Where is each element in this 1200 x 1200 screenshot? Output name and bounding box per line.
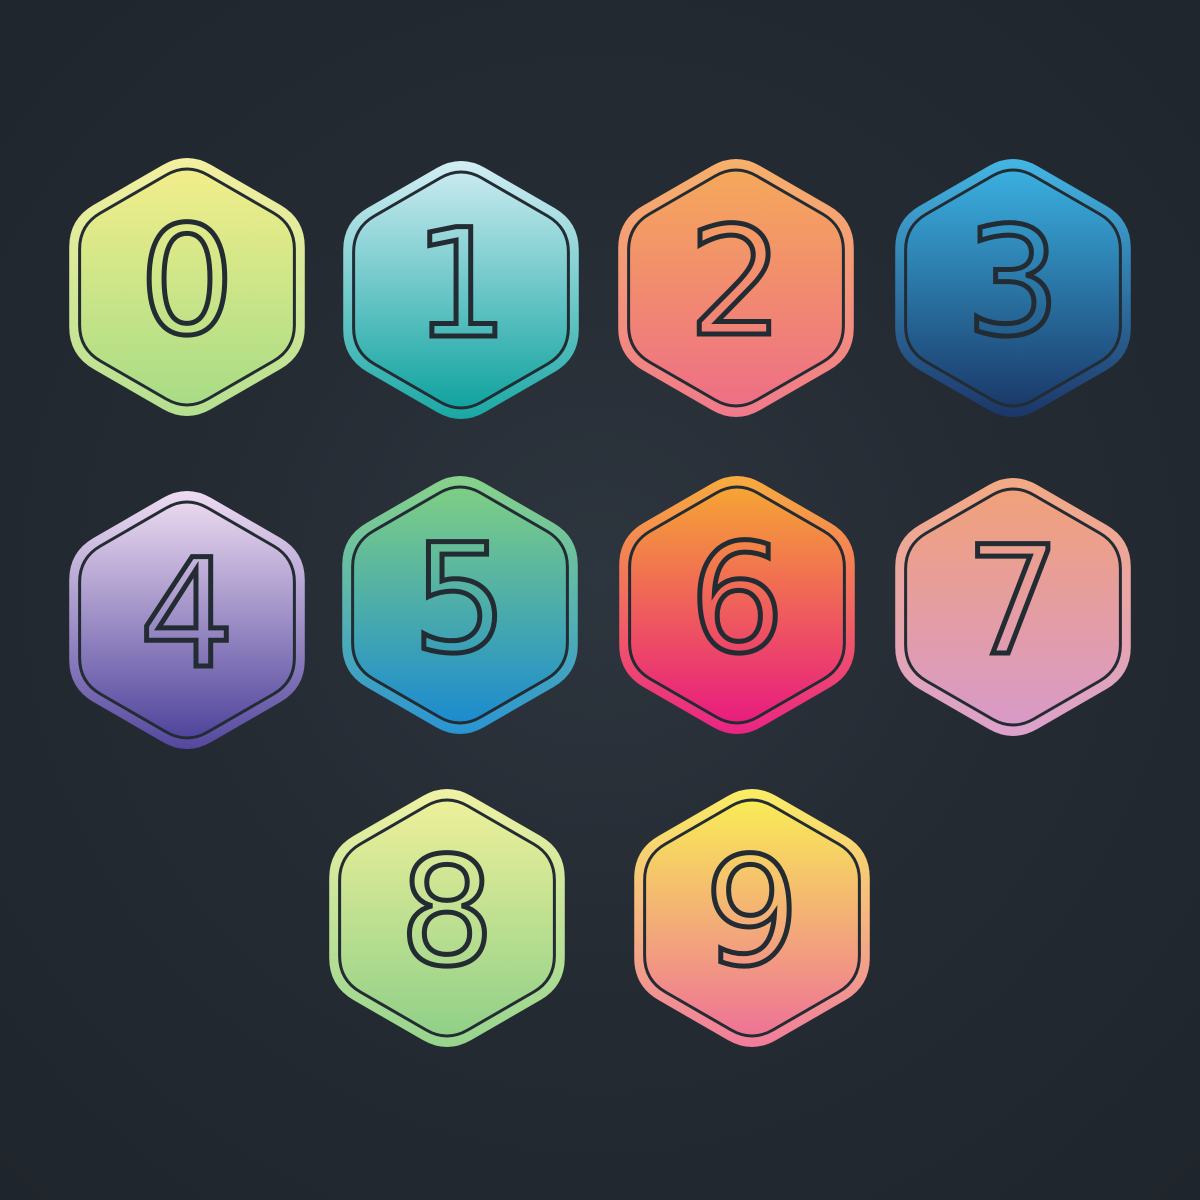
digit-one: 1 (413, 198, 508, 372)
badge-9[interactable]: 9 (634, 789, 870, 1047)
digit-two: 2 (688, 196, 783, 370)
badge-3[interactable]: 3 (895, 159, 1131, 417)
badge-1[interactable]: 1 (343, 161, 579, 419)
digit-eight: 8 (399, 826, 494, 1000)
badge-0[interactable]: 0 (69, 158, 305, 416)
digit-zero: 0 (139, 195, 234, 369)
badge-7[interactable]: 7 (895, 478, 1131, 736)
digit-nine: 9 (704, 826, 799, 1000)
digit-five: 5 (412, 513, 507, 687)
digit-six: 6 (689, 513, 784, 687)
badge-4[interactable]: 4 (69, 491, 305, 749)
number-badges-canvas: 0 1 2 3 4 5 6 7 8 9 (69, 158, 1131, 1047)
digit-seven: 7 (965, 515, 1060, 689)
digit-four: 4 (139, 528, 234, 702)
badge-6[interactable]: 6 (619, 476, 855, 734)
digit-three: 3 (965, 196, 1060, 370)
badge-2[interactable]: 2 (618, 159, 854, 417)
badge-8[interactable]: 8 (329, 789, 565, 1047)
badge-5[interactable]: 5 (342, 476, 578, 734)
